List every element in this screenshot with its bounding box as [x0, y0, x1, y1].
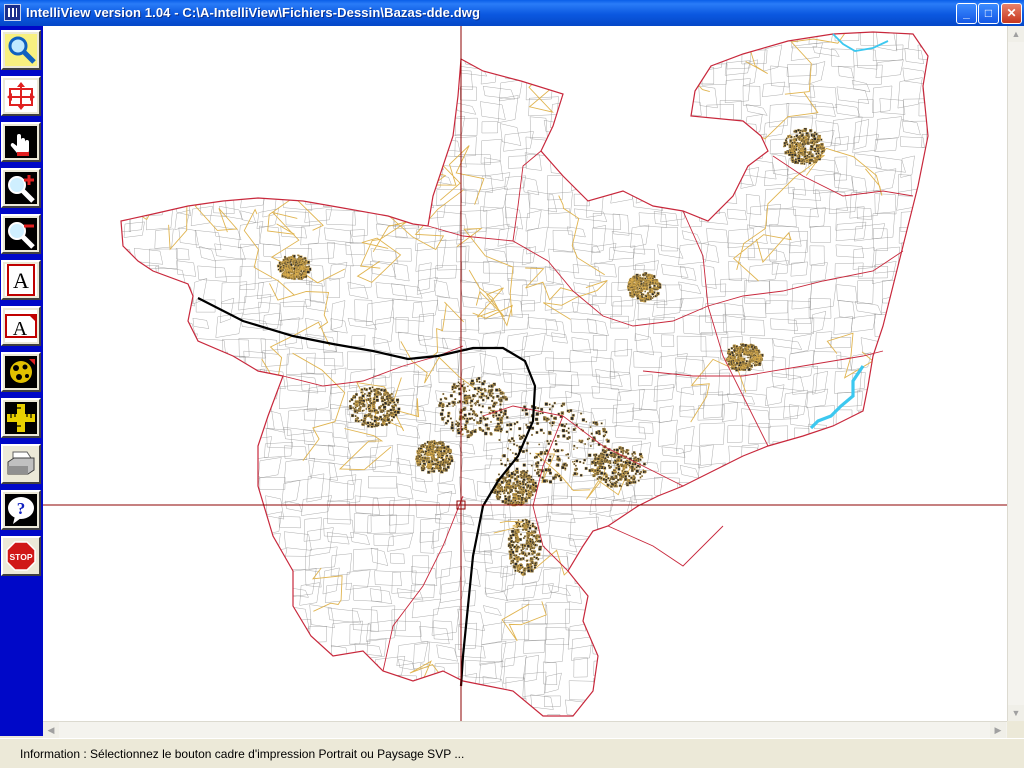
- zoom-in-icon: [5, 172, 37, 204]
- cadastral-map[interactable]: [43, 26, 1007, 721]
- text-a-icon: A: [5, 264, 37, 296]
- drawing-canvas[interactable]: [43, 26, 1007, 721]
- scroll-right-icon[interactable]: ▶: [990, 722, 1006, 738]
- text-portrait-button[interactable]: A: [1, 260, 41, 300]
- river: [809, 365, 865, 430]
- vertical-scrollbar[interactable]: ▲ ▼: [1007, 26, 1024, 721]
- svg-text:STOP: STOP: [10, 552, 33, 562]
- svg-text:A: A: [13, 268, 29, 293]
- scrollbar-corner: [1007, 721, 1024, 738]
- zoom-in-button[interactable]: [1, 168, 41, 208]
- window-title: IntelliView version 1.04 - C:\A-IntelliV…: [26, 5, 481, 20]
- svg-text:?: ?: [17, 499, 26, 518]
- help-button[interactable]: ?: [1, 490, 41, 530]
- svg-text:A: A: [13, 318, 28, 340]
- ruler-icon: [5, 402, 37, 434]
- text-landscape-button[interactable]: A: [1, 306, 41, 346]
- text-a-icon: A: [5, 310, 37, 342]
- close-button[interactable]: ✕: [1001, 3, 1022, 24]
- title-bar[interactable]: IntelliView version 1.04 - C:\A-IntelliV…: [0, 0, 1024, 26]
- layers-icon: [5, 356, 37, 388]
- measure-button[interactable]: [1, 398, 41, 438]
- river: [832, 33, 889, 52]
- zoom-out-button[interactable]: [1, 214, 41, 254]
- zoom-extents-button[interactable]: [1, 30, 41, 70]
- tool-palette: A A ? STOP: [0, 26, 43, 736]
- hand-icon: [5, 126, 37, 158]
- move-arrows-icon: [5, 80, 37, 112]
- stop-icon: STOP: [5, 540, 37, 572]
- layers-button[interactable]: [1, 352, 41, 392]
- help-icon: ?: [5, 494, 37, 526]
- railway-line: [197, 297, 537, 687]
- status-message: Information : Sélectionnez le bouton cad…: [20, 747, 465, 761]
- zoom-window-button[interactable]: [1, 76, 41, 116]
- maximize-button[interactable]: □: [978, 3, 999, 24]
- horizontal-scrollbar[interactable]: ◀ ▶: [43, 721, 1007, 738]
- scroll-left-icon[interactable]: ◀: [43, 722, 59, 738]
- minimize-button[interactable]: _: [956, 3, 977, 24]
- print-button[interactable]: [1, 444, 41, 484]
- status-bar: Information : Sélectionnez le bouton cad…: [0, 738, 1024, 768]
- printer-icon: [5, 448, 37, 480]
- scroll-up-icon[interactable]: ▲: [1008, 26, 1024, 42]
- scroll-down-icon[interactable]: ▼: [1008, 705, 1024, 721]
- zoom-out-icon: [5, 218, 37, 250]
- app-icon[interactable]: [4, 4, 21, 21]
- magnifier-icon: [5, 34, 37, 66]
- quit-button[interactable]: STOP: [1, 536, 41, 576]
- pan-button[interactable]: [1, 122, 41, 162]
